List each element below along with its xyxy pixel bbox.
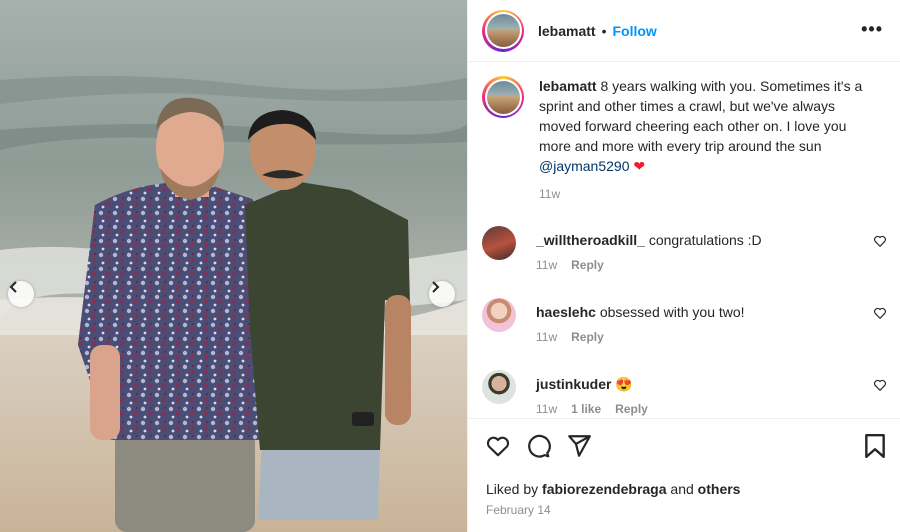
comment-body: _willtheroadkill_ congratulations :D 11w…	[536, 226, 856, 272]
comment-text: _willtheroadkill_ congratulations :D	[536, 230, 856, 250]
avatar-border	[484, 78, 522, 116]
comment-content: congratulations :D	[644, 232, 762, 248]
comment-content: 😍	[611, 376, 633, 392]
commenter-avatar[interactable]	[482, 298, 516, 332]
next-image-button[interactable]	[429, 281, 455, 307]
previous-image-button[interactable]	[8, 281, 34, 307]
comment-like-icon[interactable]	[873, 378, 887, 392]
reply-button[interactable]: Reply	[571, 258, 604, 272]
comment-bubble-icon[interactable]	[525, 433, 551, 459]
comment-username[interactable]: justinkuder	[536, 376, 611, 392]
liked-by-user[interactable]: fabiorezendebraga	[542, 481, 666, 497]
liked-by-prefix: Liked by	[486, 481, 543, 497]
caption-meta: 11w	[539, 184, 879, 204]
comment-username[interactable]: haeslehc	[536, 304, 596, 320]
caption-username[interactable]: lebamatt	[539, 78, 597, 94]
comment-time[interactable]: 11w	[536, 330, 557, 344]
commenter-avatar[interactable]	[482, 226, 516, 260]
comment-content: obsessed with you two!	[595, 304, 745, 320]
avatar-border	[484, 12, 522, 49]
comment-item: _willtheroadkill_ congratulations :D 11w…	[482, 226, 887, 272]
comment-text: haeslehc obsessed with you two!	[536, 302, 856, 322]
author-avatar[interactable]	[482, 9, 524, 52]
post-caption: lebamatt 8 years walking with you. Somet…	[482, 76, 892, 204]
comment-body: haeslehc obsessed with you two! 11w Reply	[536, 298, 856, 344]
reply-button[interactable]: Reply	[615, 402, 648, 416]
caption-text: lebamatt 8 years walking with you. Somet…	[539, 76, 879, 176]
avatar-image	[486, 14, 520, 47]
post-dialog: lebamatt • Follow ••• lebamatt 8 years w…	[0, 0, 900, 532]
comment-like-icon[interactable]	[873, 306, 887, 320]
comment-text: justinkuder 😍	[536, 374, 856, 394]
comment-meta: 11w Reply	[536, 330, 856, 344]
comment-meta: 11w Reply	[536, 258, 856, 272]
comment-item: justinkuder 😍 11w 1 like Reply	[482, 370, 887, 416]
author-username[interactable]: lebamatt	[538, 23, 596, 39]
liked-by: Liked by fabiorezendebraga and others	[486, 481, 740, 497]
comment-time[interactable]: 11w	[536, 402, 557, 416]
chevron-left-icon	[9, 281, 17, 293]
heart-outline-icon[interactable]	[485, 433, 511, 459]
caption-avatar[interactable]	[482, 76, 524, 118]
post-date[interactable]: February 14	[486, 503, 551, 517]
comment-meta: 11w 1 like Reply	[536, 402, 856, 416]
caption-mention[interactable]: @jayman5290	[539, 158, 630, 174]
photo-illustration	[0, 0, 467, 532]
comment-time[interactable]: 11w	[536, 258, 557, 272]
bookmark-icon[interactable]	[864, 433, 886, 459]
more-options-icon[interactable]: •••	[861, 20, 883, 38]
follow-button[interactable]: Follow	[612, 23, 656, 39]
paper-plane-icon[interactable]	[566, 433, 592, 459]
post-actions: Liked by fabiorezendebraga and others Fe…	[468, 418, 900, 532]
post-photo[interactable]	[0, 0, 467, 532]
liked-by-joiner: and	[666, 481, 698, 497]
comment-username[interactable]: _willtheroadkill_	[536, 232, 645, 248]
commenter-avatar[interactable]	[482, 370, 516, 404]
comment-item: haeslehc obsessed with you two! 11w Reply	[482, 298, 887, 344]
header-separator: •	[601, 22, 607, 39]
liked-by-others[interactable]: others	[698, 481, 741, 497]
comment-likes[interactable]: 1 like	[571, 402, 601, 416]
heart-emoji: ❤	[633, 158, 646, 174]
reply-button[interactable]: Reply	[571, 330, 604, 344]
chevron-right-icon	[432, 281, 440, 293]
caption-body: lebamatt 8 years walking with you. Somet…	[539, 76, 879, 204]
caption-time[interactable]: 11w	[539, 187, 560, 201]
comment-like-icon[interactable]	[873, 234, 887, 248]
post-header: lebamatt • Follow •••	[468, 0, 900, 62]
post-side-panel: lebamatt • Follow ••• lebamatt 8 years w…	[467, 0, 900, 532]
comment-body: justinkuder 😍 11w 1 like Reply	[536, 370, 856, 416]
avatar-image	[486, 80, 520, 114]
